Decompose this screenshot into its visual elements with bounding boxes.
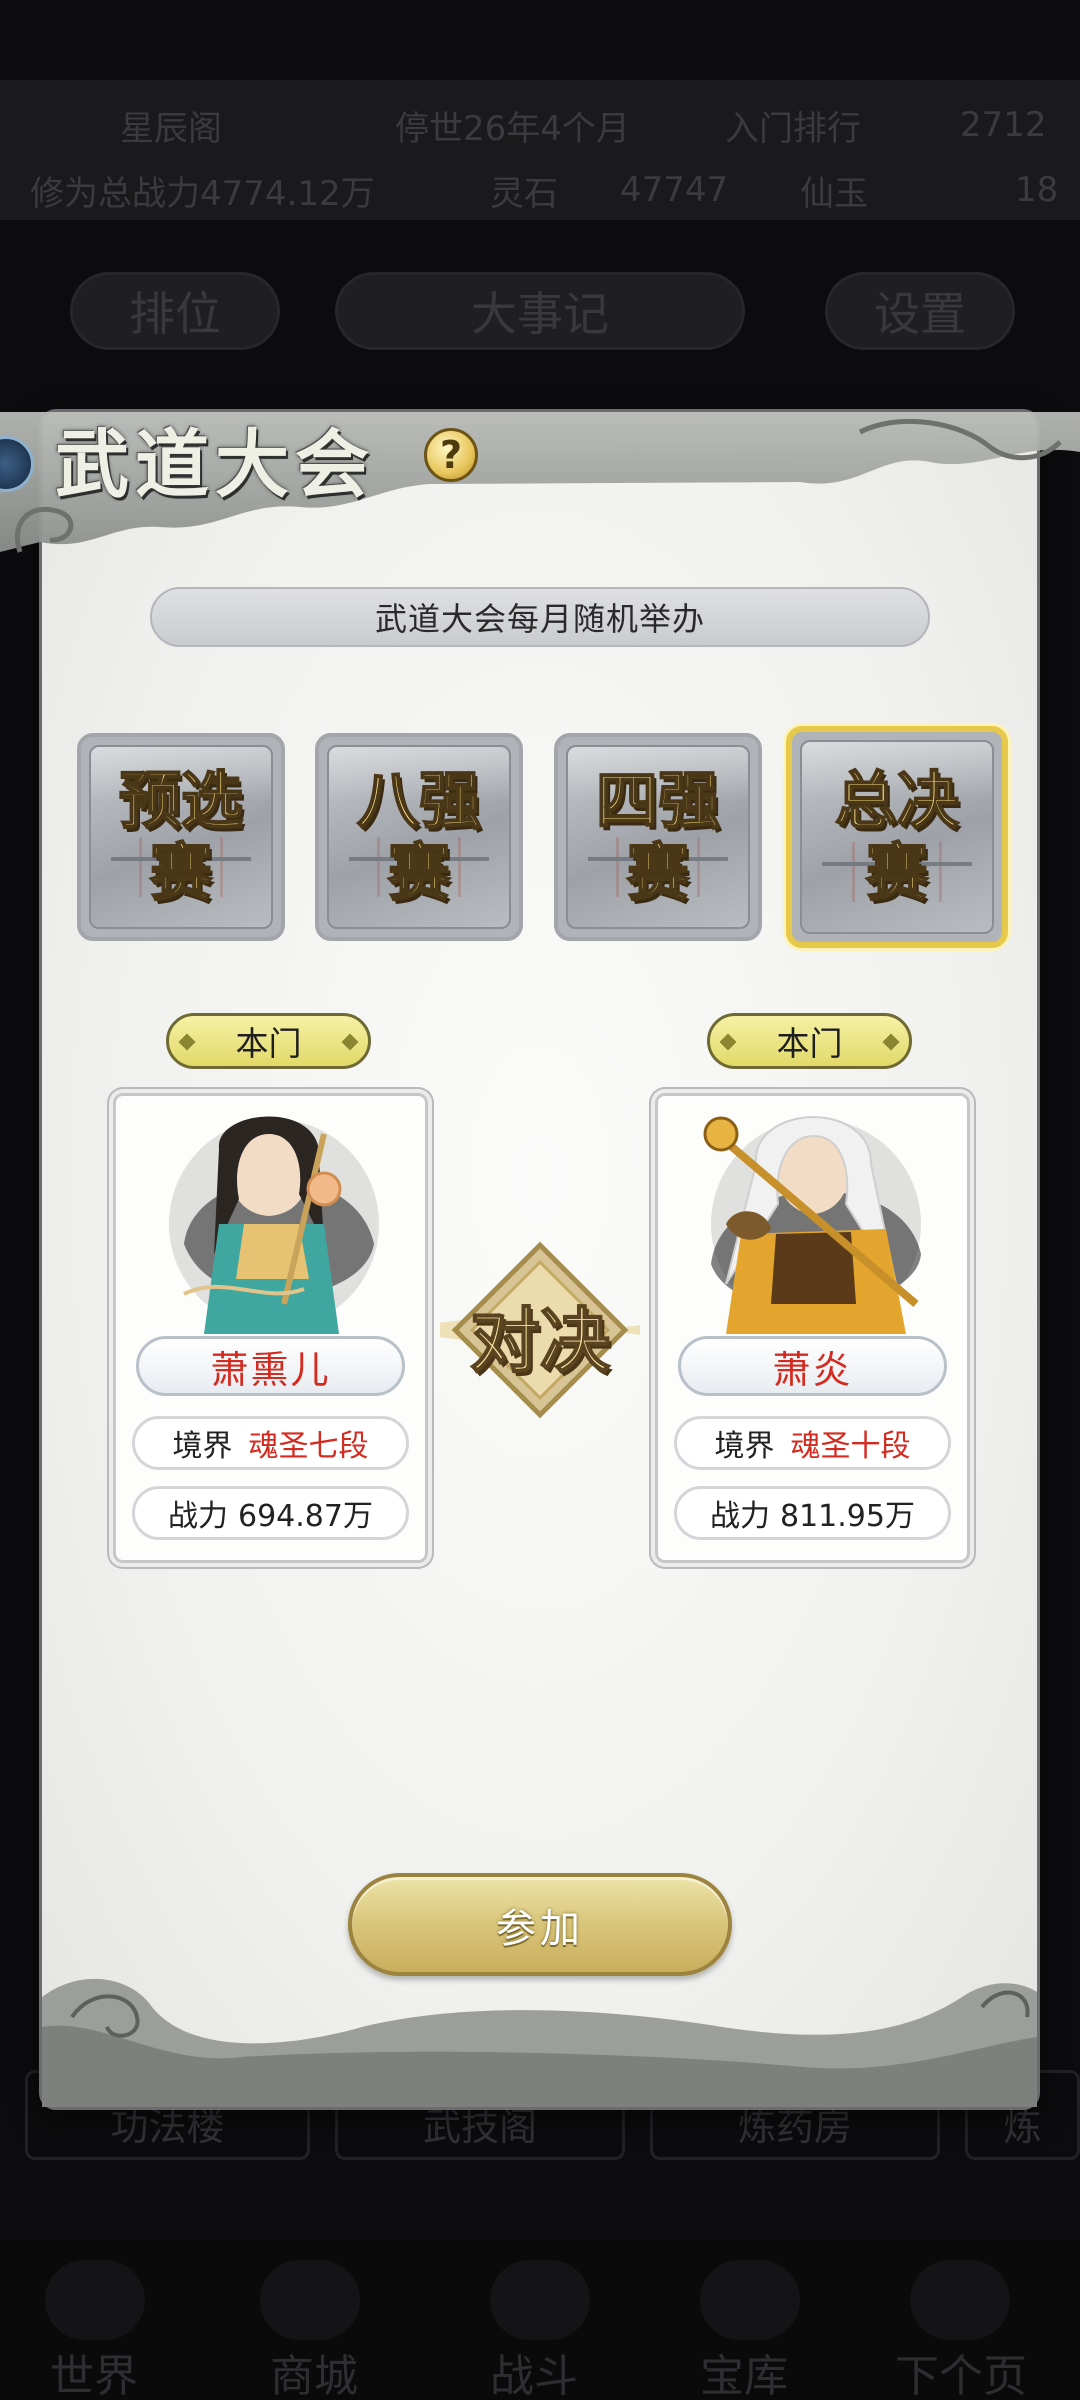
bg-stone-label: 灵石 bbox=[490, 173, 558, 214]
background-info-row: 星辰阁 停世26年4个月 入门排行 2712 bbox=[0, 95, 1080, 155]
bg-settings-button: 设置 bbox=[825, 272, 1015, 350]
fighter-power-row: 战力 811.95万 bbox=[674, 1486, 951, 1540]
team-label: 本门 bbox=[776, 1024, 843, 1063]
power-label: 战力 bbox=[168, 1499, 228, 1534]
stage-tab-top8[interactable]: 八强赛 bbox=[315, 733, 523, 941]
bg-nav-item: 商城 bbox=[270, 2351, 358, 2400]
bg-time: 停世26年4个月 bbox=[395, 108, 630, 149]
power-label: 战力 bbox=[710, 1499, 770, 1534]
panel-title: 武道大会 bbox=[55, 422, 375, 508]
panel-footer-cloud-decoration bbox=[42, 1978, 1037, 2107]
bg-jade-label: 仙玉 bbox=[800, 173, 868, 214]
fighter-name: 萧炎 bbox=[678, 1336, 947, 1396]
versus-label: 对决 bbox=[469, 1298, 611, 1383]
fighter-realm-row: 境界 魂圣七段 bbox=[132, 1416, 409, 1470]
background-resource-row: 修为总战力4774.12万 灵石 47747 仙玉 18 bbox=[0, 160, 1080, 220]
realm-value: 魂圣七段 bbox=[248, 1429, 369, 1464]
fighter-realm-row: 境界 魂圣十段 bbox=[674, 1416, 951, 1470]
fighter-card-right[interactable]: 萧炎 境界 魂圣十段 战力 811.95万 bbox=[655, 1093, 970, 1563]
fighter-team-tag-right: 本门 bbox=[707, 1013, 912, 1069]
fighter-portrait-xiao-yan bbox=[703, 1116, 921, 1334]
bg-power: 修为总战力4774.12万 bbox=[30, 173, 375, 214]
fighter-card-left[interactable]: 萧熏儿 境界 魂圣七段 战力 694.87万 bbox=[113, 1093, 428, 1563]
realm-label: 境界 bbox=[172, 1429, 233, 1464]
bg-rank-button: 排位 bbox=[70, 272, 280, 350]
stage-label: 总决赛 bbox=[834, 764, 960, 910]
team-label: 本门 bbox=[235, 1024, 302, 1063]
stage-label: 预选赛 bbox=[118, 764, 244, 910]
bg-nav-item: 战斗 bbox=[490, 2351, 578, 2400]
stage-tab-final[interactable]: 总决赛 bbox=[786, 726, 1008, 948]
fighter-team-tag-left: 本门 bbox=[166, 1013, 371, 1069]
fighter-power-row: 战力 694.87万 bbox=[132, 1486, 409, 1540]
power-value: 811.95万 bbox=[780, 1499, 915, 1534]
stage-tab-preliminary[interactable]: 预选赛 bbox=[77, 733, 285, 941]
fighter-name: 萧熏儿 bbox=[136, 1336, 405, 1396]
power-value: 694.87万 bbox=[238, 1499, 373, 1534]
bg-stone-value: 47747 bbox=[620, 170, 729, 210]
notice-banner: 武道大会每月随机举办 bbox=[150, 587, 930, 647]
bg-rank-label: 入门排行 bbox=[725, 108, 861, 149]
bg-bottom-nav: 世界 商城 战斗 宝库 下个页 bbox=[0, 2240, 1080, 2400]
bg-nav-item: 宝库 bbox=[700, 2351, 788, 2400]
help-button[interactable]: ? bbox=[424, 428, 478, 482]
fighter-portrait-xiao-xuner bbox=[169, 1116, 379, 1334]
stage-tab-top4[interactable]: 四强赛 bbox=[554, 733, 762, 941]
bg-events-button: 大事记 bbox=[335, 272, 745, 350]
bg-rank-value: 2712 bbox=[960, 105, 1047, 145]
bg-nav-item: 下个页 bbox=[895, 2351, 1027, 2400]
stage-label: 四强赛 bbox=[595, 764, 721, 910]
bg-jade-value: 18 bbox=[1015, 170, 1059, 210]
bg-nav-item: 世界 bbox=[50, 2351, 138, 2400]
stage-label: 八强赛 bbox=[356, 764, 482, 910]
join-button[interactable]: 参加 bbox=[348, 1873, 732, 1976]
realm-value: 魂圣十段 bbox=[790, 1429, 911, 1464]
realm-label: 境界 bbox=[714, 1429, 775, 1464]
bg-sect-name: 星辰阁 bbox=[120, 108, 222, 149]
